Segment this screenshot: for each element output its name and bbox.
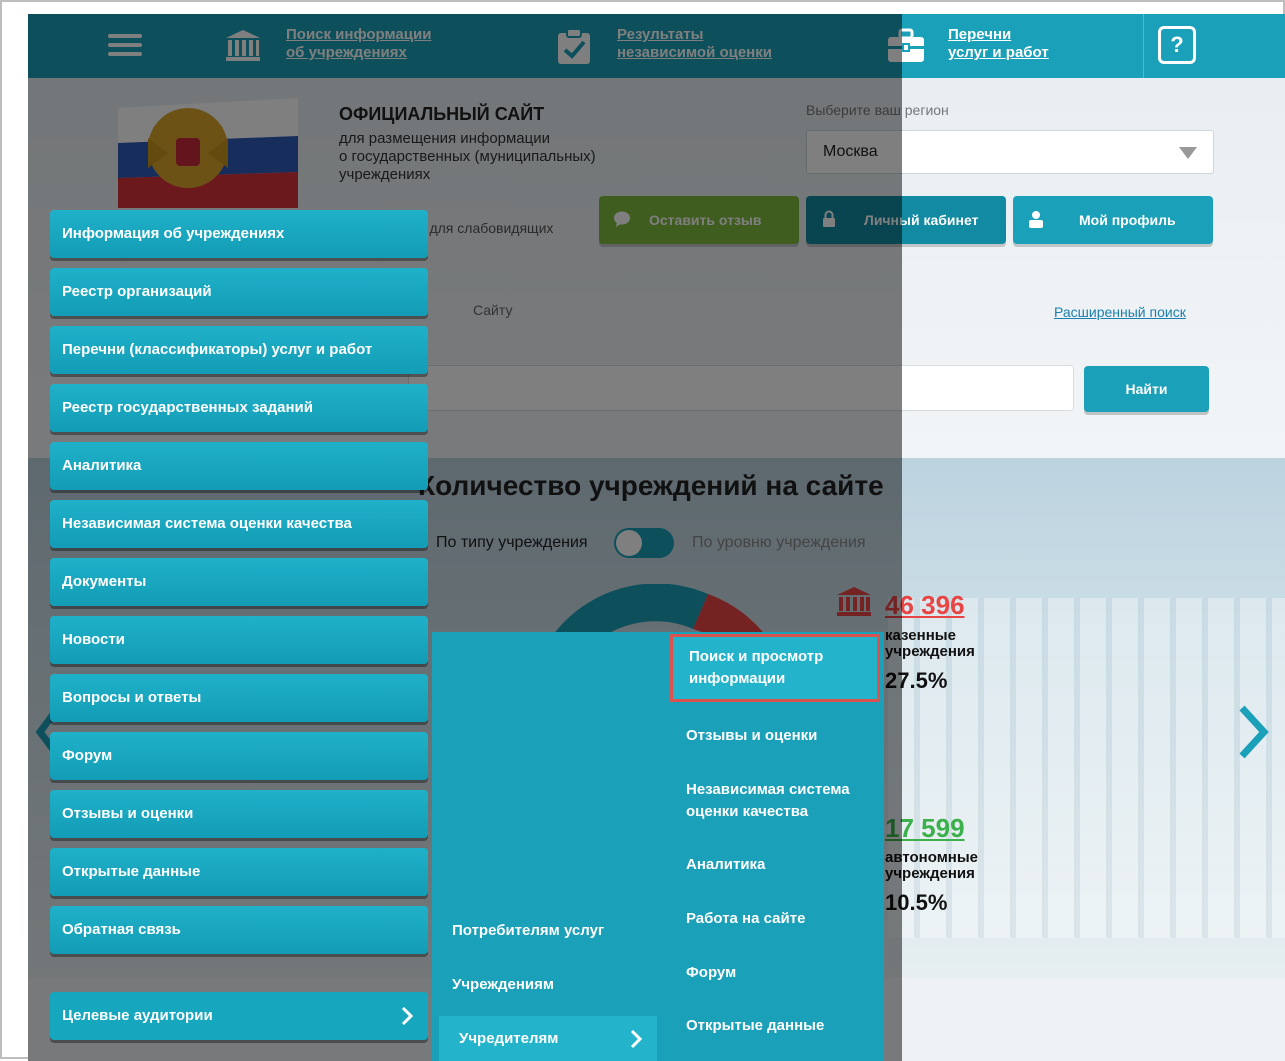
menu-item-state-tasks-registry[interactable]: Реестр государственных заданий <box>50 384 428 432</box>
menu-item-reviews[interactable]: Отзывы и оценки <box>50 790 428 838</box>
screenshot-frame: Поиск информации об учреждениях Результа… <box>0 0 1285 1061</box>
audience-institutions[interactable]: Учреждениям <box>432 962 658 1008</box>
menu-item-target-audiences[interactable]: Целевые аудитории <box>50 992 428 1040</box>
menu-item-open-data[interactable]: Открытые данные <box>50 848 428 896</box>
chevron-right-icon <box>630 1029 643 1049</box>
advanced-search-link[interactable]: Расширенный поиск <box>1054 304 1186 320</box>
menu-item-feedback[interactable]: Обратная связь <box>50 906 428 954</box>
founder-item-forum[interactable]: Форум <box>682 962 894 984</box>
audience-consumers[interactable]: Потребителям услуг <box>432 908 658 954</box>
menu-item-quality-evaluation[interactable]: Независимая система оценки качества <box>50 500 428 548</box>
founder-item-quality-evaluation[interactable]: Независимая система оценки качества <box>682 779 894 823</box>
menu-item-documents[interactable]: Документы <box>50 558 428 606</box>
nav-link-line: Перечни <box>948 26 1012 43</box>
menu-item-news[interactable]: Новости <box>50 616 428 664</box>
menu-item-organizations-registry[interactable]: Реестр организаций <box>50 268 428 316</box>
menu-item-services-classifiers[interactable]: Перечни (классификаторы) услуг и работ <box>50 326 428 374</box>
menu-item-faq[interactable]: Вопросы и ответы <box>50 674 428 722</box>
menu-item-institutions-info[interactable]: Информация об учреждениях <box>50 210 428 258</box>
my-profile-button[interactable]: Мой профиль <box>1013 196 1213 244</box>
chevron-right-icon <box>401 1006 414 1026</box>
audience-founders-label: Учредителям <box>459 1030 559 1047</box>
search-button[interactable]: Найти <box>1084 366 1209 412</box>
founder-item-open-data[interactable]: Открытые данные <box>682 1015 894 1037</box>
audience-founders[interactable]: Учредителям <box>439 1016 657 1061</box>
nav-link-services-lists[interactable]: Перечни услуг и работ <box>948 26 1049 62</box>
user-icon <box>1029 211 1043 228</box>
founder-item-reviews[interactable]: Отзывы и оценки <box>682 725 894 747</box>
my-profile-label: Мой профиль <box>1079 212 1176 228</box>
founder-item-site-work[interactable]: Работа на сайте <box>682 908 894 930</box>
founder-item-analytics[interactable]: Аналитика <box>682 854 894 876</box>
browser-viewport: Поиск информации об учреждениях Результа… <box>28 14 1285 1061</box>
founder-item-search-view-info[interactable]: Поиск и просмотр информации <box>670 634 880 702</box>
dropdown-caret-icon <box>1179 147 1197 159</box>
help-button[interactable]: ? <box>1158 26 1196 64</box>
menu-item-analytics[interactable]: Аналитика <box>50 442 428 490</box>
menu-item-forum[interactable]: Форум <box>50 732 428 780</box>
nav-link-line: услуг и работ <box>948 44 1049 61</box>
carousel-next-icon[interactable] <box>1232 702 1272 762</box>
target-audiences-label: Целевые аудитории <box>62 1007 213 1024</box>
